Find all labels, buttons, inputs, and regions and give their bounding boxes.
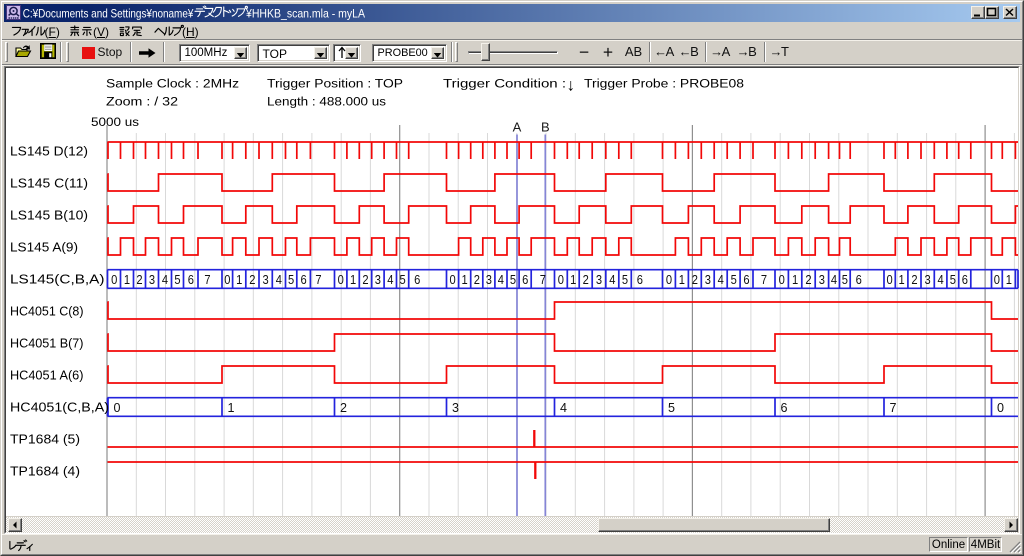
svg-text:2: 2: [136, 272, 142, 287]
svg-text:5: 5: [668, 400, 675, 415]
svg-text:4: 4: [938, 272, 944, 287]
svg-text:5: 5: [950, 272, 956, 287]
svg-text:4: 4: [387, 272, 393, 287]
svg-text:0: 0: [558, 272, 564, 287]
svg-text:4: 4: [162, 272, 168, 287]
svg-text:6: 6: [962, 272, 968, 287]
svg-text:2: 2: [692, 272, 698, 287]
svg-text:LS145(C,B,A): LS145(C,B,A): [10, 272, 105, 286]
svg-text:0: 0: [887, 272, 893, 287]
svg-text:0: 0: [997, 400, 1004, 415]
svg-text:↓: ↓: [567, 76, 576, 95]
svg-text:B: B: [541, 120, 550, 135]
svg-text:Trigger Position : TOP: Trigger Position : TOP: [267, 77, 403, 91]
svg-text:LS145 C(11): LS145 C(11): [10, 176, 88, 190]
svg-text:7: 7: [540, 272, 546, 287]
svg-text:1: 1: [350, 272, 356, 287]
svg-text:Sample Clock : 2MHz: Sample Clock : 2MHz: [106, 77, 239, 91]
svg-text:5: 5: [510, 272, 516, 287]
svg-text:3: 3: [486, 272, 492, 287]
svg-text:1: 1: [570, 272, 576, 287]
svg-text:7: 7: [204, 272, 210, 287]
svg-text:2: 2: [583, 272, 589, 287]
svg-text:6: 6: [856, 272, 862, 287]
svg-text:2: 2: [805, 272, 811, 287]
svg-text:3: 3: [596, 272, 602, 287]
svg-text:3: 3: [925, 272, 931, 287]
svg-text:HC4051 C(8): HC4051 C(8): [10, 304, 84, 318]
svg-text:LS145 D(12): LS145 D(12): [10, 144, 88, 158]
svg-text:2: 2: [340, 400, 347, 415]
svg-text:6: 6: [188, 272, 194, 287]
svg-text:5: 5: [731, 272, 737, 287]
svg-text:5: 5: [288, 272, 294, 287]
svg-text:0: 0: [779, 272, 785, 287]
svg-text:3: 3: [452, 400, 459, 415]
svg-text:2: 2: [362, 272, 368, 287]
svg-text:6: 6: [637, 272, 643, 287]
svg-text:4: 4: [609, 272, 615, 287]
svg-text:4: 4: [560, 400, 567, 415]
svg-text:HC4051 B(7): HC4051 B(7): [10, 336, 84, 350]
svg-text:1: 1: [679, 272, 685, 287]
svg-text:3: 3: [149, 272, 155, 287]
svg-text:7: 7: [761, 272, 767, 287]
svg-text:3: 3: [819, 272, 825, 287]
svg-text:7: 7: [315, 272, 321, 287]
svg-text:4: 4: [498, 272, 504, 287]
svg-text:6: 6: [301, 272, 307, 287]
svg-text:LS145 A(9): LS145 A(9): [10, 240, 78, 254]
svg-text:3: 3: [263, 272, 269, 287]
svg-text:1: 1: [1006, 272, 1012, 287]
svg-text:A: A: [513, 120, 522, 135]
svg-text:1: 1: [462, 272, 468, 287]
svg-text:0: 0: [114, 400, 121, 415]
svg-text:6: 6: [743, 272, 749, 287]
svg-text:0: 0: [666, 272, 672, 287]
svg-text:0: 0: [450, 272, 456, 287]
svg-text:0: 0: [338, 272, 344, 287]
svg-text:6: 6: [781, 400, 788, 415]
svg-text:Trigger Probe : PROBE08: Trigger Probe : PROBE08: [584, 77, 744, 91]
svg-text:HC4051 A(6): HC4051 A(6): [10, 368, 84, 382]
svg-text:0: 0: [111, 272, 117, 287]
svg-text:2: 2: [911, 272, 917, 287]
svg-text:4: 4: [718, 272, 724, 287]
svg-text:1: 1: [236, 272, 242, 287]
svg-text:5: 5: [400, 272, 406, 287]
svg-text:3: 3: [375, 272, 381, 287]
svg-text:2: 2: [249, 272, 255, 287]
svg-text:7: 7: [890, 400, 897, 415]
svg-text:Zoom : / 32: Zoom : / 32: [106, 95, 178, 109]
svg-text:5: 5: [622, 272, 628, 287]
svg-text:6: 6: [522, 272, 528, 287]
svg-text:LS145 B(10): LS145 B(10): [10, 208, 88, 222]
svg-text:4: 4: [831, 272, 837, 287]
svg-text:4: 4: [276, 272, 282, 287]
svg-text:0: 0: [224, 272, 230, 287]
svg-text:TP1684 (5): TP1684 (5): [10, 432, 80, 446]
svg-text:1: 1: [899, 272, 905, 287]
svg-text:0: 0: [994, 272, 1000, 287]
svg-text:1: 1: [124, 272, 130, 287]
svg-text:5: 5: [174, 272, 180, 287]
svg-text:Length : 488.000 us: Length : 488.000 us: [267, 95, 386, 109]
svg-text:5000 us: 5000 us: [91, 115, 139, 129]
svg-text:6: 6: [414, 272, 420, 287]
svg-text:2: 2: [474, 272, 480, 287]
svg-text:TP1684 (4): TP1684 (4): [10, 464, 80, 478]
svg-text:1: 1: [228, 400, 235, 415]
svg-text:5: 5: [842, 272, 848, 287]
svg-text:HC4051(C,B,A): HC4051(C,B,A): [10, 400, 109, 414]
svg-text:3: 3: [705, 272, 711, 287]
svg-text:Trigger Condition :: Trigger Condition :: [443, 77, 566, 91]
svg-text:1: 1: [792, 272, 798, 287]
